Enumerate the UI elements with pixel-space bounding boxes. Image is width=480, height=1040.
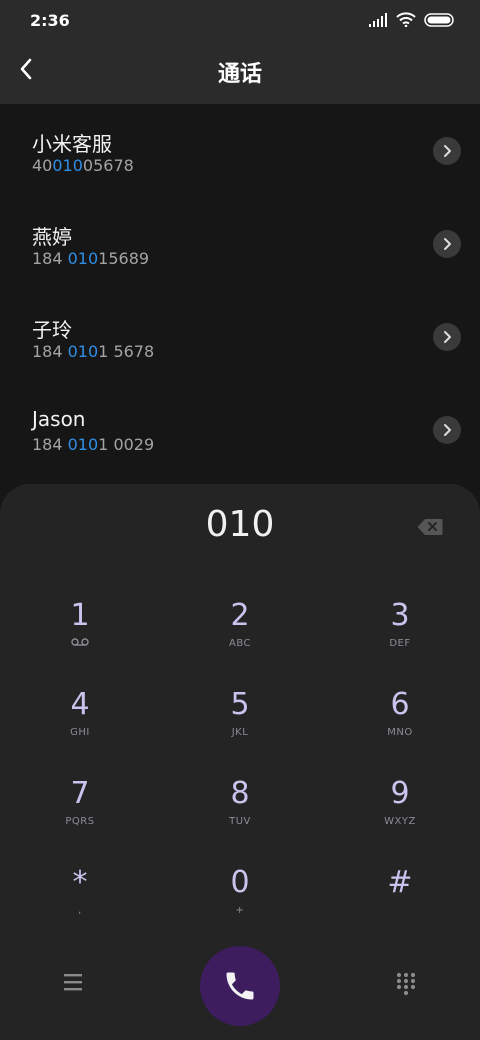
chevron-right-icon (444, 145, 451, 157)
key-2[interactable]: 2 ABC (180, 597, 300, 677)
matched-digits: 010 (67, 249, 99, 268)
signal-icon (369, 12, 387, 27)
contact-detail-button[interactable] (433, 323, 461, 351)
contact-name: 燕婷 (32, 225, 72, 249)
call-button[interactable] (200, 946, 280, 1026)
contact-row[interactable]: 小米客服 4001005678 (0, 104, 480, 197)
chevron-right-icon (444, 331, 451, 343)
key-1[interactable]: 1 (20, 597, 140, 677)
key-6[interactable]: 6 MNO (340, 686, 460, 766)
contact-number: 184 0101 0029 (32, 435, 155, 454)
contact-number: 184 0101 5678 (32, 342, 155, 361)
hide-keypad-button[interactable] (395, 972, 417, 996)
key-5[interactable]: 5 JKL (180, 686, 300, 766)
key-0[interactable]: 0 + (180, 864, 300, 944)
page-title: 通话 (217, 62, 262, 87)
key-hash[interactable]: # (340, 864, 460, 944)
chevron-right-icon (444, 238, 451, 250)
contact-number: 184 01015689 (32, 249, 150, 268)
key-3[interactable]: 3 DEF (340, 597, 460, 677)
contact-detail-button[interactable] (433, 416, 461, 444)
backspace-icon (417, 519, 443, 535)
status-icons (368, 12, 454, 27)
voicemail-icon (71, 638, 89, 646)
header-bar: 通话 (0, 40, 480, 104)
status-time: 2:36 (30, 11, 70, 30)
wifi-icon (396, 12, 416, 27)
contact-detail-button[interactable] (433, 137, 461, 165)
contact-row[interactable]: 子玲 184 0101 5678 (0, 290, 480, 383)
key-8[interactable]: 8 TUV (180, 775, 300, 855)
contact-name: Jason (32, 407, 86, 431)
key-7[interactable]: 7 PQRS (20, 775, 140, 855)
menu-icon (64, 974, 82, 991)
backspace-button[interactable] (417, 518, 443, 536)
status-bar: 2:36 (0, 0, 480, 40)
contact-name: 小米客服 (32, 132, 112, 156)
contact-row[interactable]: Jason 184 0101 0029 (0, 383, 480, 476)
contact-name: 子玲 (32, 318, 72, 342)
contact-detail-button[interactable] (433, 230, 461, 258)
key-4[interactable]: 4 GHI (20, 686, 140, 766)
matched-digits: 010 (67, 342, 99, 361)
contact-number: 4001005678 (32, 156, 134, 175)
contact-row[interactable]: 燕婷 184 01015689 (0, 197, 480, 290)
keypad-icon (396, 972, 416, 996)
dialed-number-display: 010 (205, 504, 275, 545)
key-star[interactable]: * , (20, 864, 140, 944)
phone-icon (226, 972, 254, 1000)
dialpad-panel: 010 1 2 ABC 3 DEF 4 GHI 5 JKL 6 MNO 7 PQ… (0, 484, 480, 1040)
key-9[interactable]: 9 WXYZ (340, 775, 460, 855)
matched-digits: 010 (67, 435, 99, 454)
battery-icon (424, 12, 454, 27)
chevron-right-icon (444, 424, 451, 436)
menu-button[interactable] (60, 970, 86, 994)
matched-digits: 010 (52, 156, 83, 175)
contact-list: 小米客服 4001005678 燕婷 184 01015689 子玲 184 0… (0, 104, 480, 504)
